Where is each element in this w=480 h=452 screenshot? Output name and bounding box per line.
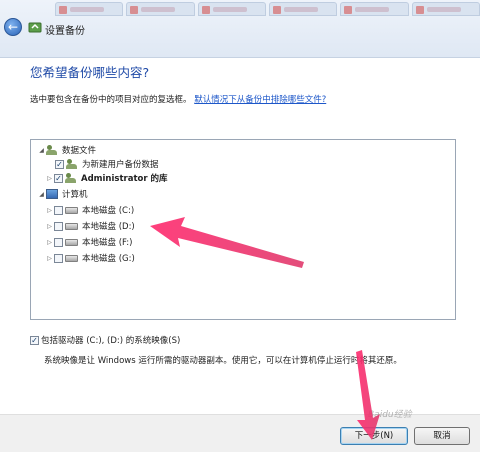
tree-item-label: Administrator 的库 bbox=[81, 174, 168, 184]
include-system-image-option[interactable]: ✓ 包括驱动器 (C:), (D:) 的系统映像(S) bbox=[30, 334, 180, 346]
tree-item-drive-c[interactable]: ▷ 本地磁盘 (C:) bbox=[45, 204, 134, 216]
tab-favicon-icon bbox=[272, 6, 281, 14]
users-icon bbox=[66, 159, 78, 169]
collapse-triangle-icon[interactable]: ◢ bbox=[37, 147, 46, 154]
backup-items-tree[interactable]: ◢ 数据文件 ✓ 为新建用户备份数据 ▷ ✓ Administrator 的库 … bbox=[30, 139, 456, 320]
backup-icon bbox=[28, 22, 42, 33]
tab-favicon-icon bbox=[59, 6, 67, 14]
watermark: Baidu经验 bbox=[368, 410, 412, 420]
tab-title-placeholder bbox=[212, 7, 247, 12]
tree-item-label: 计算机 bbox=[62, 190, 88, 200]
browser-tab[interactable] bbox=[197, 2, 266, 16]
next-button[interactable]: 下一步(N) bbox=[340, 427, 408, 445]
drive-icon bbox=[65, 222, 78, 230]
tree-item-drive-f[interactable]: ▷ 本地磁盘 (F:) bbox=[45, 236, 132, 248]
tree-item-label: 本地磁盘 (F:) bbox=[82, 238, 133, 248]
tab-title-placeholder bbox=[141, 7, 176, 12]
browser-tab[interactable] bbox=[268, 2, 338, 16]
expand-triangle-icon[interactable]: ▷ bbox=[45, 223, 54, 230]
cancel-button[interactable]: 取消 bbox=[414, 427, 470, 445]
browser-tab[interactable] bbox=[340, 2, 409, 16]
include-system-image-label: 包括驱动器 (C:), (D:) 的系统映像(S) bbox=[41, 336, 181, 346]
tree-item-data-files[interactable]: ◢ 数据文件 bbox=[37, 144, 96, 156]
tab-favicon-icon bbox=[344, 6, 353, 14]
users-icon bbox=[65, 173, 77, 183]
tree-item-label: 本地磁盘 (G:) bbox=[82, 254, 135, 264]
drive-icon bbox=[65, 254, 78, 262]
instruction-text: 选中要包含在备份中的项目对应的复选框。 默认情况下从备份中排除哪些文件? bbox=[30, 93, 326, 105]
browser-tab[interactable] bbox=[126, 2, 195, 16]
new-users-checkbox[interactable]: ✓ bbox=[55, 159, 64, 169]
browser-tab[interactable] bbox=[411, 2, 480, 16]
tree-item-label: 本地磁盘 (D:) bbox=[82, 222, 135, 232]
instruction-label: 选中要包含在备份中的项目对应的复选框。 bbox=[30, 95, 192, 105]
collapse-triangle-icon[interactable]: ◢ bbox=[37, 191, 46, 198]
expand-triangle-icon[interactable]: ▷ bbox=[45, 207, 54, 214]
drive-icon bbox=[65, 206, 78, 214]
drive-d-checkbox[interactable] bbox=[54, 221, 63, 231]
tree-item-new-users[interactable]: ✓ 为新建用户备份数据 bbox=[55, 158, 159, 170]
expand-triangle-icon[interactable]: ▷ bbox=[45, 239, 54, 246]
tree-item-label: 数据文件 bbox=[62, 146, 97, 156]
tree-item-admin-library[interactable]: ▷ ✓ Administrator 的库 bbox=[45, 172, 168, 184]
drive-f-checkbox[interactable] bbox=[54, 237, 63, 247]
tab-title-placeholder bbox=[426, 7, 461, 12]
tab-favicon-icon bbox=[201, 6, 210, 14]
page-heading: 您希望备份哪些内容? bbox=[30, 65, 150, 80]
computer-icon bbox=[46, 189, 58, 199]
expand-triangle-icon[interactable]: ▷ bbox=[45, 255, 54, 262]
tab-favicon-icon bbox=[415, 6, 424, 14]
drive-g-checkbox[interactable] bbox=[54, 253, 63, 263]
title-bar: ← 设置备份 bbox=[0, 0, 480, 58]
tree-item-computer[interactable]: ◢ 计算机 bbox=[37, 188, 88, 200]
tree-item-label: 本地磁盘 (C:) bbox=[82, 206, 135, 216]
expand-triangle-icon[interactable]: ▷ bbox=[45, 175, 54, 182]
drive-c-checkbox[interactable] bbox=[54, 205, 63, 215]
tab-title-placeholder bbox=[283, 7, 318, 12]
back-arrow-icon[interactable]: ← bbox=[4, 18, 22, 36]
tab-favicon-icon bbox=[130, 6, 139, 14]
browser-tab-strip bbox=[55, 2, 480, 16]
tree-item-label: 为新建用户备份数据 bbox=[82, 160, 159, 170]
window-title: 设置备份 bbox=[45, 26, 85, 37]
tab-title-placeholder bbox=[355, 7, 390, 12]
system-image-info: 系统映像是让 Windows 运行所需的驱动器副本。使用它，可以在计算机停止运行… bbox=[44, 356, 402, 366]
tab-title-placeholder bbox=[70, 7, 104, 12]
drive-icon bbox=[65, 238, 78, 246]
include-system-image-checkbox[interactable]: ✓ bbox=[30, 335, 39, 345]
excluded-files-link[interactable]: 默认情况下从备份中排除哪些文件? bbox=[194, 95, 326, 105]
users-icon bbox=[46, 145, 58, 155]
tree-item-drive-d[interactable]: ▷ 本地磁盘 (D:) bbox=[45, 220, 135, 232]
admin-library-checkbox[interactable]: ✓ bbox=[54, 173, 63, 183]
tree-item-drive-g[interactable]: ▷ 本地磁盘 (G:) bbox=[45, 252, 135, 264]
browser-tab[interactable] bbox=[55, 2, 124, 16]
